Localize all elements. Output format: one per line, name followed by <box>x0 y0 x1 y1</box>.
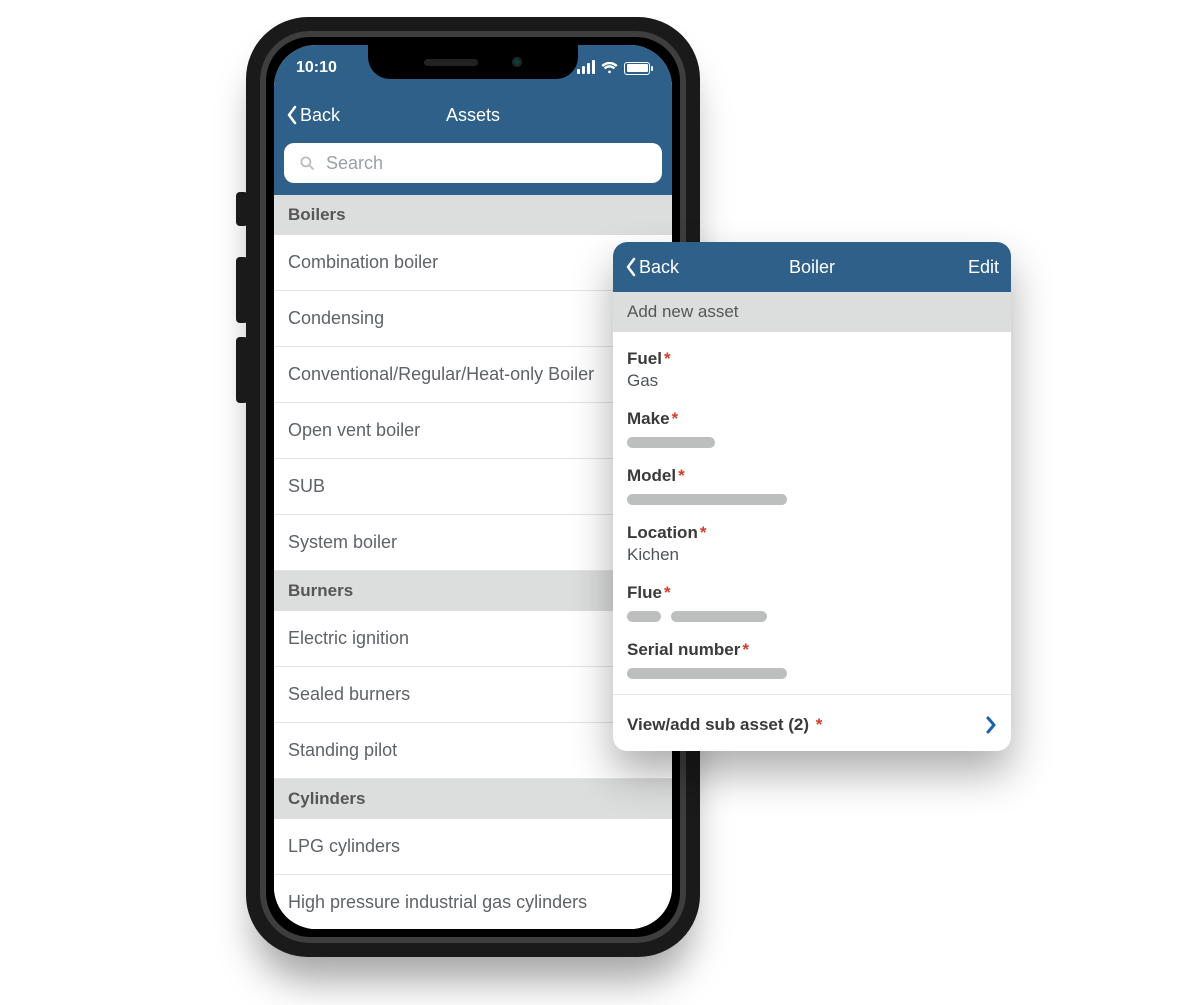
flue-placeholder <box>627 611 997 622</box>
edit-button[interactable]: Edit <box>968 257 999 278</box>
detail-back-label: Back <box>639 257 679 278</box>
required-icon: * <box>672 409 679 428</box>
model-label: Model <box>627 466 676 485</box>
status-time: 10:10 <box>296 59 337 77</box>
field-model[interactable]: Model* <box>627 457 997 514</box>
wifi-icon <box>601 62 618 74</box>
asset-detail-card: Back Boiler Edit Add new asset Fuel* Gas… <box>613 242 1011 751</box>
phone-notch <box>368 45 578 79</box>
chevron-left-icon <box>286 105 298 125</box>
search-input[interactable] <box>326 153 648 174</box>
chevron-right-icon <box>985 716 997 734</box>
assets-navbar: Back Assets <box>274 91 672 139</box>
required-icon: * <box>678 466 685 485</box>
required-icon: * <box>700 523 707 542</box>
section-header: Boilers <box>274 195 672 235</box>
status-icons <box>577 62 650 75</box>
make-label: Make <box>627 409 670 428</box>
section-header: Cylinders <box>274 779 672 819</box>
detail-title: Boiler <box>789 257 835 278</box>
search-field[interactable] <box>284 143 662 183</box>
sub-asset-label: View/add sub asset (2) <box>627 715 809 734</box>
model-placeholder <box>627 494 787 505</box>
serial-label: Serial number <box>627 640 740 659</box>
field-fuel[interactable]: Fuel* Gas <box>627 340 997 400</box>
side-button <box>236 192 248 226</box>
volume-up-button <box>236 257 248 323</box>
search-bar-container <box>274 139 672 195</box>
detail-fields: Fuel* Gas Make* Model* Location* Kichen … <box>613 332 1011 699</box>
search-icon <box>298 154 316 172</box>
fuel-label: Fuel <box>627 349 662 368</box>
detail-subheader: Add new asset <box>613 292 1011 332</box>
required-icon: * <box>742 640 749 659</box>
field-make[interactable]: Make* <box>627 400 997 457</box>
make-placeholder <box>627 437 715 448</box>
field-serial[interactable]: Serial number* <box>627 631 997 688</box>
serial-placeholder <box>627 668 787 679</box>
front-camera <box>512 57 522 67</box>
field-flue[interactable]: Flue* <box>627 574 997 631</box>
detail-navbar: Back Boiler Edit <box>613 242 1011 292</box>
volume-down-button <box>236 337 248 403</box>
fuel-value: Gas <box>627 371 997 391</box>
chevron-left-icon <box>625 257 637 277</box>
field-location[interactable]: Location* Kichen <box>627 514 997 574</box>
location-value: Kichen <box>627 545 997 565</box>
list-item[interactable]: LPG cylinders <box>274 819 672 875</box>
required-icon: * <box>664 349 671 368</box>
location-label: Location <box>627 523 698 542</box>
cellular-icon <box>577 62 595 74</box>
speaker-grille <box>424 59 478 66</box>
page-title: Assets <box>446 105 500 126</box>
detail-back-button[interactable]: Back <box>625 257 679 278</box>
required-icon: * <box>664 583 671 602</box>
battery-icon <box>624 62 650 75</box>
required-icon: * <box>816 715 823 734</box>
list-item[interactable]: High pressure industrial gas cylinders <box>274 875 672 929</box>
back-label: Back <box>300 105 340 126</box>
flue-label: Flue <box>627 583 662 602</box>
sub-asset-row[interactable]: View/add sub asset (2) * <box>613 699 1011 751</box>
divider <box>613 694 1011 695</box>
back-button[interactable]: Back <box>286 105 340 126</box>
